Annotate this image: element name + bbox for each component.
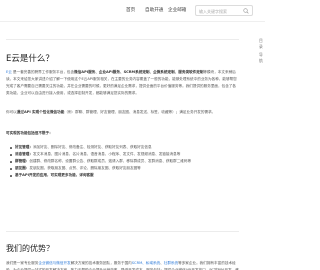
divider: [6, 39, 239, 40]
nav-item-self-service[interactable]: 自助开通: [145, 7, 163, 13]
search-icon[interactable]: [243, 8, 249, 14]
list-item: 朋友圈：发朋友圈、获取朋友圈、点赞、评论、删除朋友圈、获取好友朋友圈等: [10, 165, 239, 172]
scrm-link[interactable]: SCRM、私域系统: [132, 261, 160, 265]
list-item: 群管理：创建群、修改群名称、设置群公告、获取群成员、邀请入群、移除群成员、发群消…: [10, 158, 239, 165]
toc-sidebar-toggle[interactable]: 目 录 导 航: [257, 38, 265, 128]
features-heading: 可实现的功能包括但不限于：: [6, 131, 53, 135]
list-item: 好友管理：添加好友、删除好友、修改备注、检测好友、获取好友列表、获取好友信息: [10, 144, 239, 151]
api-paragraph: 你可以通过API 实现个性化微信功能（例：群聊、群管理、好友管理、朋友圈、消息发…: [6, 110, 216, 114]
sidebar-toggle-char: 录: [259, 44, 263, 49]
list-item: 基于API开发的应用，可实现更多功能，详询客服: [10, 172, 239, 179]
section-title-advantages: 我们的优势？: [6, 244, 54, 253]
advantages-paragraph: 我们是一家专业服务企业微信与微信开发解决方案的技术服务团队，服务于国内SCRM、…: [6, 261, 239, 270]
article-title: E云是什么？: [6, 54, 54, 64]
article-body: E云是什么？ E云 是一套完善的跨界工作服务平台，包含微信API服务、企业API…: [6, 26, 239, 270]
features-list: 好友管理：添加好友、删除好友、修改备注、检测好友、获取好友列表、获取好友信息 消…: [10, 144, 239, 179]
sidebar-toggle-char: 航: [259, 58, 263, 63]
search-input[interactable]: [199, 8, 241, 15]
nav-item-enterprise-mail[interactable]: 企业邮箱: [168, 7, 186, 13]
list-item: 消息管理：发文本消息、图片消息、名片消息、语音消息、小程序、发文件、发视频消息、…: [10, 151, 239, 158]
community-link[interactable]: 社群系统: [164, 261, 178, 265]
service-modules-link[interactable]: 微信API服务、企业API服务、SCRM系统定制、企微系统定制、服务类软件定制: [74, 70, 203, 74]
intro-paragraph: E云 是一套完善的跨界工作服务平台，包含微信API服务、企业API服务、SCRM…: [6, 70, 237, 95]
search-box: [195, 5, 253, 16]
divider: [6, 231, 239, 232]
wechat-dev-link[interactable]: 企业微信与微信开发: [38, 261, 70, 265]
nav-item-home[interactable]: 首页: [126, 7, 135, 13]
top-navigation-bar: 首页 自助开通 企业邮箱: [0, 0, 265, 22]
